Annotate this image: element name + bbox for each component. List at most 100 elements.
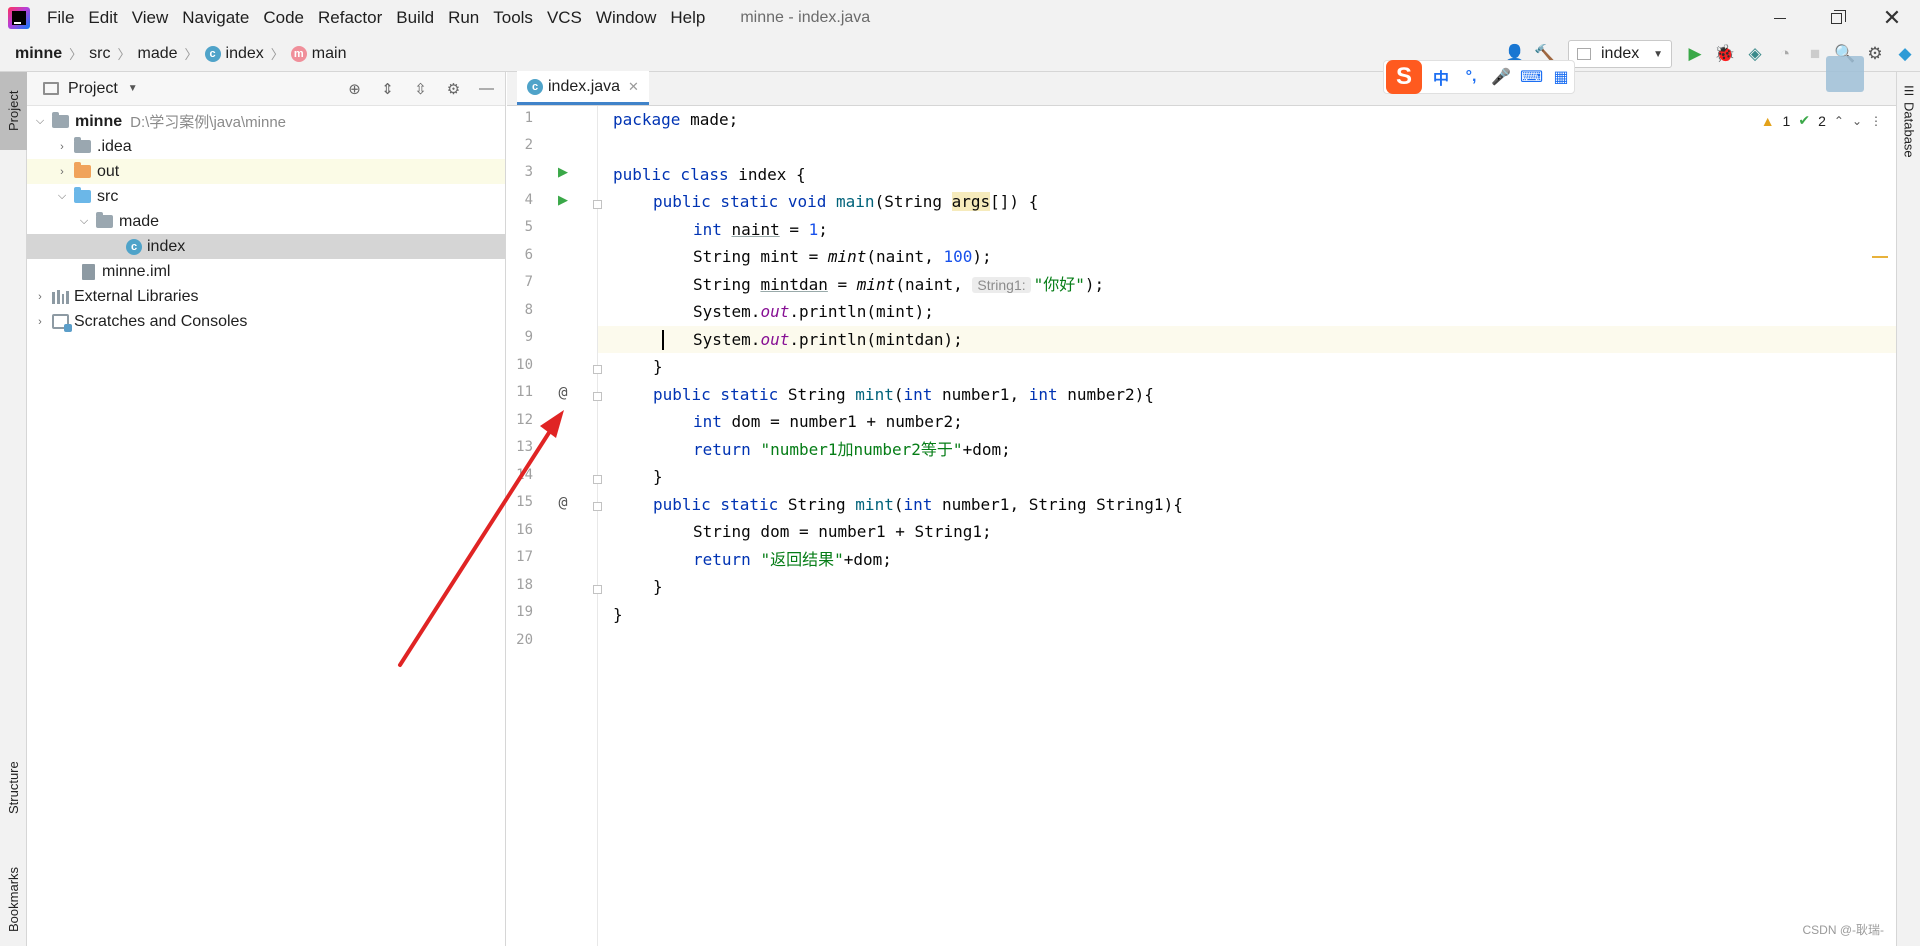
run-main-icon[interactable]: ▶ <box>554 192 572 208</box>
window-title: minne - index.java <box>740 9 871 26</box>
close-icon[interactable]: ✕ <box>628 79 639 95</box>
restore-button[interactable] <box>1808 0 1864 36</box>
arrow-head <box>540 410 564 438</box>
breadcrumb-main[interactable]: m main <box>290 44 347 63</box>
project-panel-tools: ⊕ ⇕ ⇳ ⚙ — <box>342 76 499 101</box>
breadcrumb-project[interactable]: minne <box>15 45 62 63</box>
menu-help[interactable]: Help <box>663 0 712 36</box>
project-panel-title[interactable]: Project <box>68 80 118 98</box>
menu-bar: File Edit View Navigate Code Refactor Bu… <box>0 0 1920 36</box>
chevron-down-icon[interactable]: ⌵ <box>32 115 48 128</box>
code-token: public static <box>653 385 779 404</box>
code-token: 1 <box>808 220 819 239</box>
breadcrumb-src[interactable]: src <box>89 45 110 63</box>
tree-item-out[interactable]: › out <box>27 159 505 184</box>
tool-tab-label: Project <box>6 90 21 132</box>
package-icon <box>96 212 113 228</box>
menu-code[interactable]: Code <box>256 0 311 36</box>
chevron-right-icon[interactable]: › <box>54 141 70 153</box>
code-token: .println(mintdan); <box>789 330 963 349</box>
menu-tools[interactable]: Tools <box>486 0 540 36</box>
line-number: 8 <box>524 302 533 318</box>
menu-navigate[interactable]: Navigate <box>175 0 256 36</box>
gear-icon[interactable]: ⚙ <box>441 76 466 101</box>
grid-menu-icon[interactable]: ▦ <box>1550 67 1572 87</box>
tree-item-made[interactable]: ⌵ made <box>27 209 505 234</box>
tab-label: index.java <box>548 77 621 95</box>
tree-item-external-libraries[interactable]: › External Libraries <box>27 284 505 309</box>
breadcrumb-index[interactable]: c index <box>204 44 264 63</box>
ime-chinese-mode[interactable]: 中 <box>1430 65 1452 89</box>
tree-item-scratches[interactable]: › Scratches and Consoles <box>27 309 505 334</box>
code-token: } <box>653 577 663 596</box>
locate-icon[interactable]: ⊕ <box>342 76 367 101</box>
chevron-right-icon[interactable]: › <box>54 166 70 178</box>
chevron-right-icon[interactable]: › <box>32 316 48 328</box>
sogou-logo-icon[interactable]: S <box>1386 60 1422 94</box>
menu-build[interactable]: Build <box>389 0 441 36</box>
chevron-down-icon[interactable]: ⌵ <box>76 215 92 228</box>
menu-view[interactable]: View <box>125 0 176 36</box>
gear-icon[interactable]: ⚙ <box>1860 39 1890 69</box>
code-line: String mint = mint(naint, 100); <box>598 243 1896 270</box>
tool-tab-structure[interactable]: Structure <box>0 748 27 828</box>
tree-item-idea[interactable]: › .idea <box>27 134 505 159</box>
minimize-button[interactable] <box>1752 0 1808 36</box>
chevron-down-icon[interactable]: ⌵ <box>54 190 70 203</box>
code-token: .println(mint); <box>789 302 934 321</box>
run-config-select[interactable]: index ▼ <box>1568 40 1672 68</box>
ime-punctuation[interactable]: °, <box>1460 68 1482 86</box>
tool-tab-bookmarks[interactable]: Bookmarks <box>0 854 27 944</box>
code-token: number1, <box>932 385 1029 404</box>
code-line: String mintdan = mint(naint, String1: "你好… <box>598 271 1896 298</box>
code-token: (naint, <box>866 247 944 266</box>
keyboard-icon[interactable]: ⌨ <box>1520 67 1543 87</box>
breadcrumb-made[interactable]: made <box>137 45 177 63</box>
jetbrains-toolbox-icon[interactable]: ◆ <box>1890 39 1920 69</box>
code-token: public static void <box>653 192 827 211</box>
breadcrumb-label: index <box>225 44 264 62</box>
menu-vcs[interactable]: VCS <box>540 0 589 36</box>
more-icon[interactable]: ⋮ <box>1870 114 1882 128</box>
menu-window[interactable]: Window <box>589 0 663 36</box>
chevron-down-icon[interactable]: ▼ <box>128 83 138 94</box>
code-line: public static void main(String args[]) { <box>598 188 1896 215</box>
inspection-widget[interactable]: ▲ 1 ✔ 2 ⌃ ⌄ ⋮ <box>1761 112 1882 129</box>
chevron-right-icon[interactable]: › <box>32 291 48 303</box>
run-class-icon[interactable]: ▶ <box>554 164 572 180</box>
tree-item-label: .idea <box>97 137 132 155</box>
code-area[interactable]: package made; public class index { publi… <box>598 106 1896 946</box>
collapse-all-icon[interactable]: ⇳ <box>408 76 433 101</box>
tree-item-index[interactable]: c index <box>27 234 505 259</box>
tree-item-label: src <box>97 187 119 205</box>
debug-icon[interactable]: 🐞 <box>1710 39 1740 69</box>
expand-all-icon[interactable]: ⇕ <box>375 76 400 101</box>
microphone-icon[interactable]: 🎤 <box>1490 67 1512 87</box>
breadcrumb-label: main <box>311 44 347 62</box>
tree-item-minne-iml[interactable]: minne.iml <box>27 259 505 284</box>
hide-icon[interactable]: — <box>474 76 499 101</box>
tree-item-minne[interactable]: ⌵ minne D:\学习案例\java\minne <box>27 109 505 134</box>
navigation-bar: minne 〉 src 〉 made 〉 c index 〉 m main 👤 🔨 … <box>0 36 1920 72</box>
code-token: "你好" <box>1033 275 1085 294</box>
code-token: ); <box>1084 275 1105 294</box>
close-window-button[interactable]: ✕ <box>1864 0 1920 36</box>
menu-edit[interactable]: Edit <box>81 0 124 36</box>
tool-tab-database[interactable]: ☰ Database <box>1897 84 1920 158</box>
menu-refactor[interactable]: Refactor <box>311 0 389 36</box>
run-icon[interactable]: ▶ <box>1680 39 1710 69</box>
coverage-icon[interactable]: ◈ <box>1740 39 1770 69</box>
menu-file[interactable]: File <box>40 0 81 36</box>
warning-stripe-marker[interactable] <box>1872 256 1888 258</box>
tree-item-label: out <box>97 162 120 180</box>
profiler-icon[interactable]: ◔ <box>1770 39 1800 69</box>
run-config-icon <box>1577 48 1591 60</box>
tree-item-label: Scratches and Consoles <box>74 312 248 330</box>
tree-item-src[interactable]: ⌵ src <box>27 184 505 209</box>
chevron-down-icon[interactable]: ⌄ <box>1852 114 1862 128</box>
chevron-up-icon[interactable]: ⌃ <box>1834 114 1844 128</box>
menu-run[interactable]: Run <box>441 0 486 36</box>
tool-tab-project[interactable]: Project <box>0 72 27 150</box>
scratches-icon <box>52 314 72 332</box>
tab-index-java[interactable]: c index.java ✕ <box>517 71 649 105</box>
